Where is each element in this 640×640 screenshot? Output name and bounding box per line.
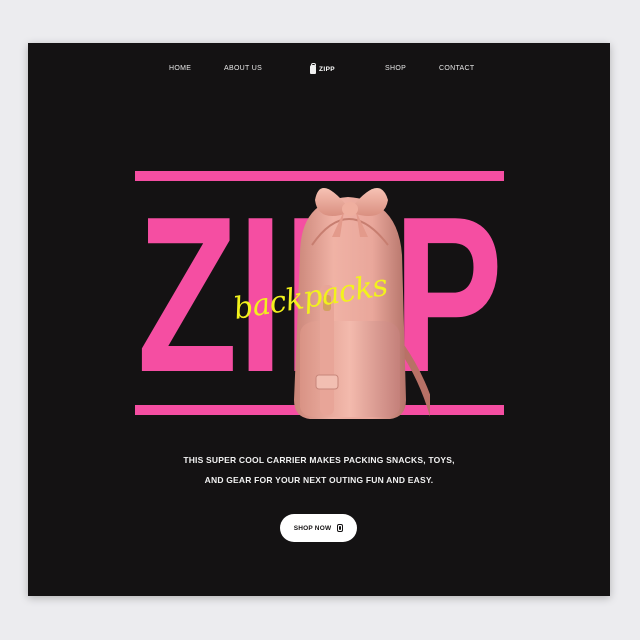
tagline-line-2: AND GEAR FOR YOUR NEXT OUTING FUN AND EA…	[204, 475, 434, 485]
shop-now-button[interactable]: SHOP NOW	[280, 514, 357, 542]
backpack-icon	[310, 62, 316, 74]
brand-logo-text: ZIPP	[319, 65, 336, 73]
top-nav: HOME ABOUT US ZIPP SHOP CONTACT	[28, 62, 610, 79]
tagline-line-1: THIS SUPER COOL CARRIER MAKES PACKING SN…	[183, 455, 455, 465]
nav-home-link[interactable]: HOME	[169, 63, 191, 75]
shop-now-label: SHOP NOW	[293, 524, 332, 532]
nav-about-link[interactable]: ABOUT US	[224, 63, 262, 75]
brand-logo[interactable]: ZIPP	[310, 62, 336, 75]
hero-tagline: THIS SUPER COOL CARRIER MAKES PACKING SN…	[28, 450, 610, 490]
nav-contact-link[interactable]: CONTACT	[439, 63, 474, 75]
nav-shop-link[interactable]: SHOP	[385, 63, 406, 75]
backpack-icon	[337, 524, 344, 532]
landing-page: HOME ABOUT US ZIPP SHOP CONTACT ZIPP	[28, 43, 610, 596]
